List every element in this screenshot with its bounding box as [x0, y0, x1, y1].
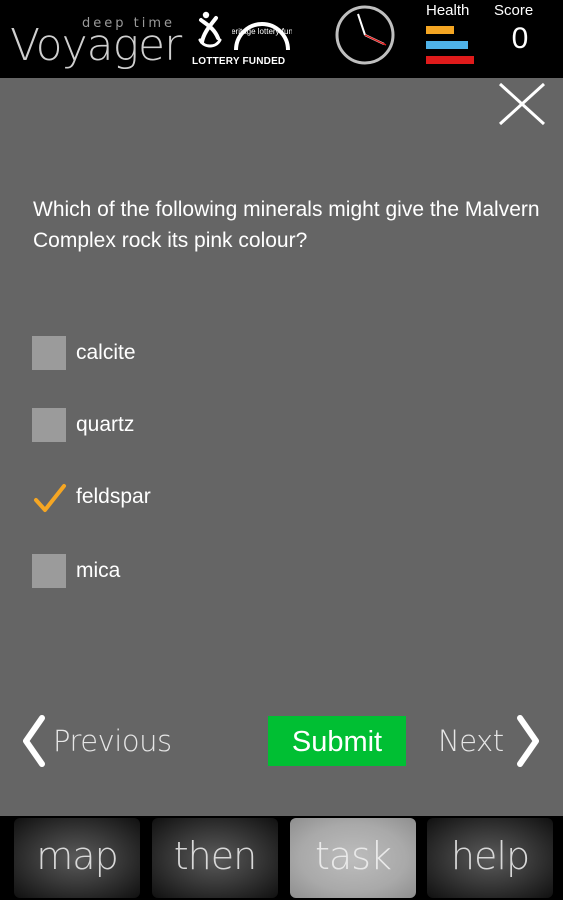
previous-button[interactable]: Previous [20, 712, 180, 770]
health-bar-orange [426, 26, 454, 34]
chevron-right-icon [517, 715, 539, 767]
score-label: Score [494, 2, 534, 19]
heritage-logo-text: heritage lottery fund [232, 27, 292, 36]
checkbox-unchecked[interactable] [32, 408, 66, 442]
tab-then[interactable]: then [152, 818, 278, 898]
close-icon[interactable] [496, 80, 548, 128]
health-label: Health [426, 2, 470, 19]
option-calcite[interactable]: calcite [32, 336, 332, 372]
tab-help[interactable]: help [427, 818, 553, 898]
next-label: Next [438, 724, 504, 758]
health-bar-red [426, 56, 474, 64]
tab-task[interactable]: task [290, 818, 416, 898]
option-label: calcite [76, 341, 136, 364]
app-title: Voyager [10, 20, 182, 71]
lottery-crossed-fingers-icon [198, 11, 222, 48]
checkbox-unchecked[interactable] [32, 554, 66, 588]
option-quartz[interactable]: quartz [32, 408, 332, 444]
score-value: 0 [511, 22, 529, 55]
checkbox-unchecked[interactable] [32, 336, 66, 370]
option-mica[interactable]: mica [32, 554, 332, 590]
heritage-lottery-fund-logo: heritage lottery fund [232, 22, 292, 51]
submit-button[interactable]: Submit [268, 716, 406, 766]
checkmark-icon[interactable] [32, 480, 68, 516]
option-label: mica [76, 559, 121, 582]
question-text: Which of the following minerals might gi… [33, 198, 540, 252]
header-bar: deep time Voyager heritage lottery fund … [0, 0, 563, 78]
clock-icon [335, 5, 395, 65]
tab-map[interactable]: map [14, 818, 140, 898]
previous-label: Previous [53, 724, 172, 758]
option-label: quartz [76, 413, 135, 436]
next-button[interactable]: Next [436, 712, 546, 770]
option-label: feldspar [76, 485, 151, 508]
lottery-funded-label: LOTTERY FUNDED [192, 56, 286, 67]
chevron-left-icon [23, 715, 45, 767]
question-panel [0, 78, 563, 816]
health-bar-blue [426, 41, 468, 49]
option-feldspar[interactable]: feldspar [32, 480, 332, 516]
